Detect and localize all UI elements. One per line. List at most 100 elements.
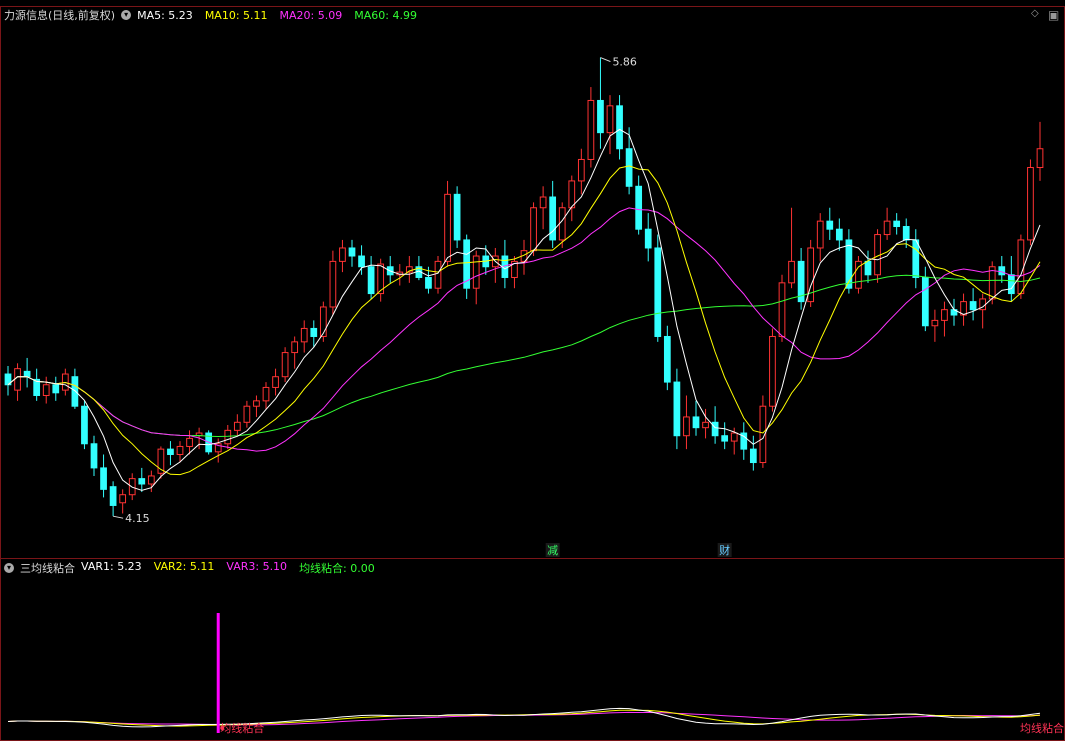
candle <box>568 175 576 222</box>
candle-body <box>425 276 432 289</box>
candle-body <box>367 266 375 295</box>
candle <box>511 256 518 289</box>
candle-body <box>644 228 652 249</box>
candle-body <box>291 341 299 354</box>
candle-body <box>329 260 337 308</box>
candle <box>663 325 671 391</box>
candle-body <box>1027 167 1034 241</box>
ma10-line <box>7 165 1041 476</box>
candle <box>463 234 471 299</box>
candle-body <box>109 486 117 506</box>
ma5-line <box>7 128 1041 491</box>
candle <box>826 207 834 240</box>
candle <box>367 256 375 299</box>
candle-body <box>931 319 939 327</box>
candle-body <box>1007 274 1015 295</box>
candle-body <box>654 247 662 337</box>
candle-body <box>902 226 910 241</box>
candle-body <box>883 220 891 236</box>
candle <box>788 207 795 289</box>
candle <box>597 57 604 149</box>
candle <box>912 229 920 289</box>
candle <box>539 186 547 230</box>
candle <box>807 239 815 307</box>
candle <box>749 435 757 471</box>
candle-body <box>253 400 260 407</box>
candle-body <box>921 276 929 327</box>
event-tag[interactable]: 减 <box>547 544 558 557</box>
candle <box>90 435 98 476</box>
candle <box>138 467 146 493</box>
candle <box>348 239 356 267</box>
candle <box>52 376 60 401</box>
candle <box>520 239 528 275</box>
candle <box>654 234 662 342</box>
candle <box>33 368 41 401</box>
candle <box>606 95 614 155</box>
candle-body <box>42 384 50 396</box>
candle-body <box>434 260 442 289</box>
candle-body <box>788 260 795 284</box>
candle-body <box>1036 148 1044 169</box>
candle <box>740 422 748 460</box>
candle-body <box>835 228 843 241</box>
candle-body <box>721 435 729 442</box>
event-tag[interactable]: 财 <box>719 543 730 557</box>
candle-body <box>186 437 193 447</box>
candle-body <box>348 247 356 257</box>
candle <box>673 368 681 450</box>
candle <box>501 239 509 289</box>
candle-body <box>673 381 681 437</box>
candle-body <box>730 432 738 442</box>
candle-body <box>826 220 834 230</box>
candle-body <box>52 384 60 394</box>
candle-body <box>635 185 643 230</box>
candle-body <box>616 105 623 150</box>
low-price-label-leader <box>113 515 124 519</box>
candle-body <box>300 327 308 343</box>
candle-body <box>176 445 184 455</box>
high-price-label-leader <box>600 57 611 63</box>
candle <box>816 213 824 262</box>
candle <box>692 400 700 436</box>
candle-body <box>81 405 88 445</box>
candle <box>243 400 251 428</box>
candle <box>941 301 948 337</box>
candle <box>769 328 776 412</box>
candle-body <box>587 99 595 160</box>
candle-body <box>119 494 127 504</box>
candle-body <box>233 421 241 431</box>
candle <box>1007 256 1015 302</box>
candle-body <box>625 148 633 187</box>
candle-body <box>1017 239 1025 295</box>
candle <box>931 309 939 342</box>
candle-body <box>597 99 604 134</box>
candle <box>253 395 260 417</box>
candle-body <box>224 429 232 445</box>
candle-body <box>167 448 174 455</box>
ma60-line <box>7 274 1041 438</box>
candle <box>100 454 107 498</box>
candle-body <box>969 301 977 311</box>
candle <box>625 127 633 195</box>
candle-body <box>23 370 31 378</box>
candle <box>644 213 652 262</box>
candle <box>549 180 557 248</box>
main-chart[interactable]: 5.86 4.15 减 财 <box>0 6 1065 559</box>
candle-body <box>262 386 270 402</box>
candle-body <box>530 207 537 252</box>
candle <box>797 247 805 310</box>
candle <box>950 298 958 326</box>
sub-chart[interactable]: 均线粘合 均线粘合 <box>0 558 1065 741</box>
candle-body <box>778 282 786 337</box>
signal-label: 均线粘合 <box>220 721 264 735</box>
candle-body <box>941 309 948 321</box>
candle-body <box>444 193 451 262</box>
candle <box>300 320 308 353</box>
candle-body <box>339 247 346 262</box>
candle <box>998 256 1006 283</box>
candle-body <box>453 193 461 241</box>
candle-body <box>100 467 107 490</box>
candle <box>778 274 786 342</box>
candle <box>119 489 127 514</box>
